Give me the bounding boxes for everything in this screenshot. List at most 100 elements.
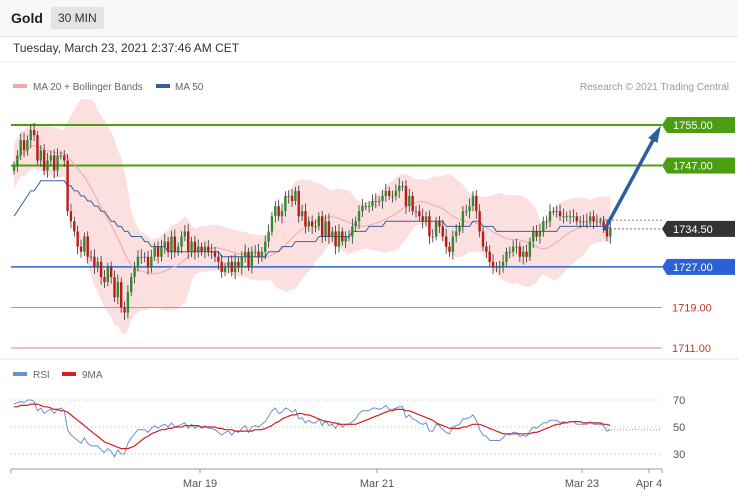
candle-body xyxy=(371,201,374,207)
candle-body xyxy=(143,256,146,258)
candle-body xyxy=(515,246,518,248)
candle-body xyxy=(592,216,595,222)
candle-body xyxy=(277,206,280,217)
candle-body xyxy=(418,211,421,217)
candle-body xyxy=(183,231,187,237)
candle-body xyxy=(294,190,297,202)
candle-body xyxy=(136,256,140,267)
candle-body xyxy=(126,292,130,313)
candle-body xyxy=(53,155,56,171)
candle xyxy=(66,153,69,216)
candle-body xyxy=(116,282,120,298)
level-tag-pointer xyxy=(662,157,667,174)
candle-body xyxy=(511,246,515,252)
x-tick-label: Mar 19 xyxy=(183,478,217,490)
candle-body xyxy=(76,231,79,247)
candle-body xyxy=(448,246,451,252)
ma20-legend-label: MA 20 + Bollinger Bands xyxy=(33,82,143,93)
candle-body xyxy=(287,195,290,197)
candle-body xyxy=(568,216,572,218)
candle-body xyxy=(458,226,461,232)
candle-body xyxy=(49,155,53,161)
candle-body xyxy=(465,211,468,213)
candle-body xyxy=(163,241,166,247)
candle-body xyxy=(150,256,153,267)
candle-body xyxy=(585,221,589,223)
candle-body xyxy=(109,266,113,278)
candle-body xyxy=(324,221,327,237)
candle-body xyxy=(455,231,458,237)
candle-body xyxy=(146,256,150,267)
level-label-1727-00: 1727.00 xyxy=(662,258,735,275)
candle-body xyxy=(505,251,508,262)
candle-body xyxy=(173,236,176,252)
candle-body xyxy=(424,216,428,222)
ma50-legend-label: MA 50 xyxy=(175,82,204,93)
candle-body xyxy=(367,206,371,208)
rsi-ma-legend-label: 9MA xyxy=(82,370,103,381)
candle-body xyxy=(160,246,163,257)
candle-body xyxy=(207,246,210,252)
candle-body xyxy=(56,155,59,171)
candle-body xyxy=(351,226,354,237)
candle-body xyxy=(394,190,398,196)
candle-body xyxy=(83,236,86,252)
candle-body xyxy=(86,236,89,257)
candle-body xyxy=(475,195,478,212)
candle-body xyxy=(304,211,307,227)
candle-body xyxy=(250,251,254,267)
candle-body xyxy=(337,231,341,247)
candle-body xyxy=(528,241,532,257)
candle-body xyxy=(599,221,602,223)
rsi-ma-legend-swatch xyxy=(62,372,76,376)
candle-body xyxy=(166,241,170,252)
candle-body xyxy=(327,221,331,237)
candle-body xyxy=(153,246,156,257)
candle-body xyxy=(203,246,207,252)
level-text: 1747.00 xyxy=(673,161,713,173)
candle-body xyxy=(284,195,287,212)
candle-body xyxy=(176,246,180,252)
candle-body xyxy=(314,226,317,228)
candle-body xyxy=(535,231,538,237)
rsi-tick-50: 50 xyxy=(673,422,685,434)
candle-body xyxy=(274,206,277,217)
candle-body xyxy=(267,231,270,242)
rsi-tick-30: 30 xyxy=(673,449,685,461)
candle-body xyxy=(334,231,337,247)
candle-body xyxy=(247,251,250,267)
rsi-tick-70: 70 xyxy=(673,395,685,407)
candle xyxy=(120,277,123,313)
candle-body xyxy=(391,195,394,197)
candle-body xyxy=(451,236,455,252)
candle-body xyxy=(73,221,76,232)
candle-body xyxy=(29,130,32,141)
candle-body xyxy=(120,282,123,308)
candle-body xyxy=(260,251,264,257)
candle-body xyxy=(595,221,599,223)
ma50-legend-swatch xyxy=(156,84,170,88)
candle-body xyxy=(431,236,434,238)
candle-body xyxy=(297,190,300,217)
candle-body xyxy=(542,221,545,232)
level-label-1747-00: 1747.00 xyxy=(662,157,735,174)
candle-body xyxy=(374,201,377,203)
candle-body xyxy=(488,251,491,262)
candle-body xyxy=(79,246,83,252)
candle-body xyxy=(257,251,260,257)
x-tick-label: Apr 4 xyxy=(636,478,662,490)
candle-body xyxy=(59,155,63,157)
candle-body xyxy=(227,261,230,267)
candle-body xyxy=(233,261,237,272)
candle-body xyxy=(307,221,310,227)
candle-body xyxy=(575,216,578,222)
candle-body xyxy=(317,216,321,227)
candle-body xyxy=(42,150,46,171)
candle-body xyxy=(485,246,488,252)
candle-body xyxy=(197,246,200,252)
candle-body xyxy=(552,211,555,213)
candle-body xyxy=(321,216,324,237)
rsi-plot-area: 70 50 30 xyxy=(11,395,685,461)
candle-body xyxy=(578,221,582,223)
candle-body xyxy=(280,211,284,217)
